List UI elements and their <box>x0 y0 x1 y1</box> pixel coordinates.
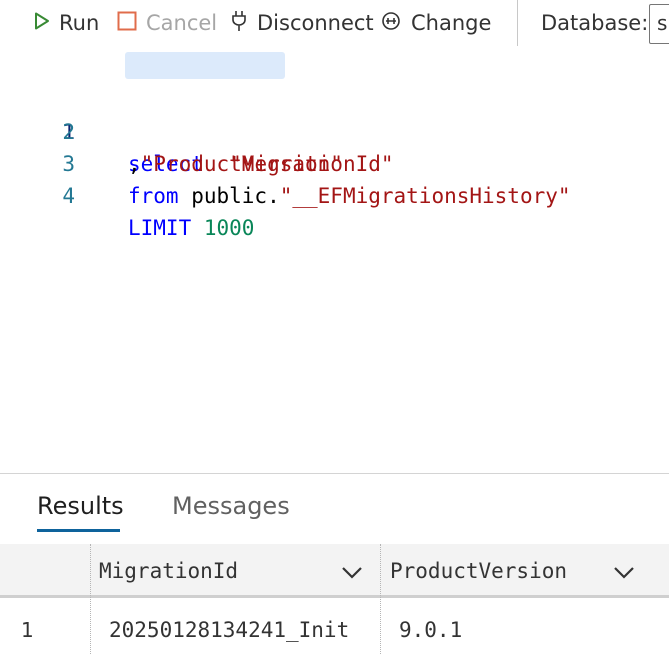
plug-icon <box>230 10 248 37</box>
table-cell[interactable]: 9.0.1 <box>399 614 462 646</box>
code-line-1: 1 select "MigrationId" <box>0 52 669 176</box>
chevron-down-icon[interactable] <box>340 560 364 584</box>
column-divider[interactable] <box>90 544 91 654</box>
code-line-2: 2 ,"ProductVersion" <box>0 84 669 176</box>
cancel-button[interactable]: Cancel <box>117 0 217 46</box>
row-number: 1 <box>21 618 34 642</box>
code-line-3: 3 from public."__EFMigrationsHistory" <box>0 116 669 208</box>
column-divider[interactable] <box>380 544 381 654</box>
toolbar-separator <box>517 0 518 46</box>
active-tab-indicator <box>37 529 120 532</box>
code-token: public. <box>178 184 280 208</box>
query-toolbar: Run Cancel Disconnect Change Database: s <box>0 0 669 46</box>
cancel-label: Cancel <box>146 11 218 35</box>
run-label: Run <box>59 11 100 35</box>
sql-editor[interactable]: 1 select "MigrationId" 2 ,"ProductVersio… <box>0 46 669 473</box>
disconnect-button[interactable]: Disconnect <box>230 0 374 46</box>
column-header-migrationid[interactable]: MigrationId <box>99 544 238 598</box>
code-token: 1000 <box>203 216 255 240</box>
code-token: "__EFMigrationsHistory" <box>279 184 571 208</box>
tab-messages[interactable]: Messages <box>172 484 290 532</box>
code-token: from <box>128 184 179 208</box>
table-cell[interactable]: 20250128134241_Init <box>109 614 349 646</box>
column-header-productversion[interactable]: ProductVersion <box>390 544 567 598</box>
tab-results[interactable]: Results <box>37 484 124 532</box>
selection-highlight <box>125 52 285 79</box>
run-button[interactable]: Run <box>34 0 99 46</box>
line-number: 4 <box>62 184 75 208</box>
database-select[interactable]: s <box>649 4 669 44</box>
change-label: Change <box>411 11 492 35</box>
change-connection-button[interactable]: Change <box>380 0 491 46</box>
code-line-4: 4 LIMIT 1000 <box>0 148 669 240</box>
database-label: Database: <box>541 11 649 35</box>
disconnect-label: Disconnect <box>257 11 374 35</box>
panel-splitter[interactable] <box>0 473 669 474</box>
play-icon <box>34 11 50 35</box>
change-connection-icon <box>380 10 402 37</box>
stop-icon <box>117 11 137 36</box>
code-token: LIMIT <box>128 216 192 240</box>
chevron-down-icon[interactable] <box>612 560 636 584</box>
